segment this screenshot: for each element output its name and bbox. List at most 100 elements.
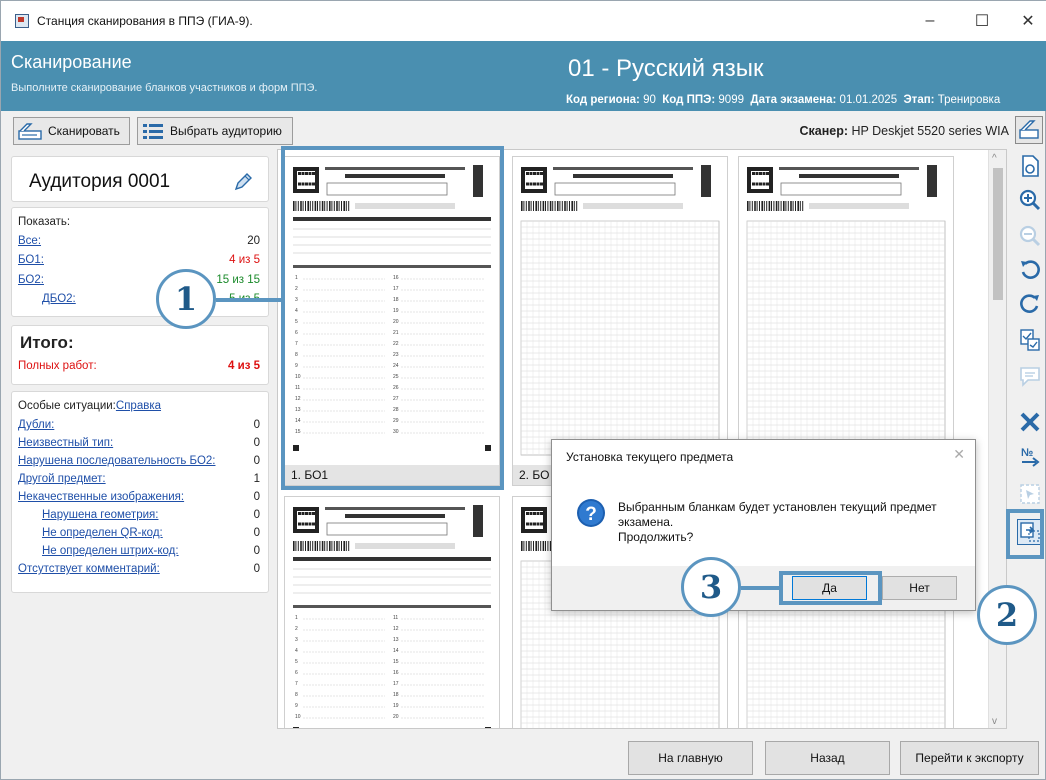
list-icon: [143, 124, 163, 139]
region-value: 90: [643, 94, 656, 106]
special-row[interactable]: Неизвестный тип: 0: [18, 437, 260, 453]
no-button[interactable]: Нет: [882, 576, 957, 600]
filter-bo2-link[interactable]: БО2:: [18, 274, 44, 286]
zoom-in-button[interactable]: [1017, 187, 1043, 213]
exam-meta: Код региона: 90 Код ППЭ: 9099 Дата экзам…: [566, 94, 1046, 106]
special-row[interactable]: Нарушена геометрия: 0: [42, 509, 260, 525]
date-label: Дата экзамена:: [750, 94, 837, 106]
scroll-down-icon[interactable]: v: [992, 716, 997, 727]
scanner-icon: [1019, 120, 1039, 139]
comment-button[interactable]: [1017, 363, 1043, 389]
svg-text:14: 14: [393, 648, 399, 654]
scrollbar-thumb[interactable]: [993, 168, 1003, 300]
scanner-icon: [18, 123, 42, 140]
special-row[interactable]: Нарушена последовательность БО2: 0: [18, 455, 260, 471]
dialog-title: Установка текущего предмета: [566, 450, 734, 464]
svg-text:2: 2: [295, 626, 298, 632]
delete-icon: [1020, 412, 1040, 432]
highlight-yes: [779, 571, 882, 605]
filter-bo1-value: 4 из 5: [229, 254, 260, 266]
special-row[interactable]: Не определен штрих-код: 0: [42, 545, 260, 561]
svg-text:16: 16: [393, 670, 399, 676]
edit-icon[interactable]: [232, 171, 254, 193]
scan-thumbnail[interactable]: 2. БО: [512, 156, 728, 486]
delete-button[interactable]: [1017, 409, 1043, 435]
scan-button[interactable]: Сканировать: [13, 117, 130, 145]
filter-all[interactable]: Все: 20: [18, 235, 260, 251]
page-title: Сканирование: [11, 52, 132, 72]
choose-room-button[interactable]: Выбрать аудиторию: [137, 117, 293, 145]
svg-text:11: 11: [393, 615, 398, 621]
special-row[interactable]: Отсутствует комментарий: 0: [18, 563, 260, 579]
svg-text:20: 20: [393, 714, 399, 720]
scanner-settings-button[interactable]: [1015, 116, 1043, 144]
ppe-value: 9099: [718, 94, 744, 106]
zoom-out-button[interactable]: [1017, 223, 1043, 249]
room-title: Аудитория 0001: [29, 171, 171, 192]
callout-connector: [216, 298, 282, 302]
app-window: Станция сканирования в ППЭ (ГИА-9). – ☐ …: [0, 0, 1046, 780]
select-area-icon: [1020, 484, 1040, 504]
special-row[interactable]: Дубли: 0: [18, 419, 260, 435]
svg-text:15: 15: [393, 659, 399, 665]
zoom-in-icon: [1019, 189, 1041, 211]
svg-text:3: 3: [295, 637, 298, 643]
svg-text:17: 17: [393, 681, 399, 687]
svg-text:13: 13: [393, 637, 399, 643]
window-title: Станция сканирования в ППЭ (ГИА-9).: [37, 14, 253, 28]
scan-thumbnail[interactable]: 1 11 2 12 3 13 4 14 5 15 6 16 7 17 8 18 9 19 10 20: [284, 496, 500, 728]
export-button[interactable]: Перейти к экспорту: [900, 741, 1039, 775]
filter-bo2-value: 15 из 15: [216, 274, 260, 286]
complete-works-value: 4 из 5: [228, 360, 260, 372]
app-icon: [15, 14, 29, 28]
exam-subject: 01 - Русский язык: [568, 55, 764, 82]
close-button[interactable]: ✕: [1015, 9, 1041, 33]
minimize-button[interactable]: –: [917, 9, 943, 33]
show-label: Показать:: [18, 216, 71, 228]
filter-all-link[interactable]: Все:: [18, 235, 41, 247]
renumber-button[interactable]: №: [1017, 443, 1043, 469]
filter-all-value: 20: [247, 235, 260, 247]
svg-text:6: 6: [295, 670, 298, 676]
rotate-right-button[interactable]: [1017, 291, 1043, 317]
svg-text:?: ?: [585, 504, 597, 525]
special-row[interactable]: Другой предмет: 1: [18, 473, 260, 489]
help-link[interactable]: Справка: [116, 400, 161, 412]
special-row[interactable]: Не определен QR-код: 0: [42, 527, 260, 543]
select-area-button[interactable]: [1017, 481, 1043, 507]
svg-text:1: 1: [295, 615, 298, 621]
scanner-value: HP Deskjet 5520 series WIA: [851, 124, 1009, 138]
number-sign-icon: №: [1021, 447, 1040, 467]
stage-label: Этап:: [903, 94, 935, 106]
special-row[interactable]: Некачественные изображения: 0: [18, 491, 260, 507]
dialog-close-icon[interactable]: ✕: [953, 446, 965, 463]
svg-text:8: 8: [295, 692, 298, 698]
check-pages-button[interactable]: [1017, 327, 1043, 353]
form-dbo2-image: [746, 165, 946, 456]
ppe-label: Код ППЭ:: [662, 94, 716, 106]
scroll-up-icon[interactable]: ^: [992, 153, 997, 164]
rotate-left-button[interactable]: [1017, 257, 1043, 283]
filter-dbo2-link[interactable]: ДБО2:: [42, 293, 76, 305]
scanner-label: Сканер:: [799, 124, 849, 138]
filter-bo2[interactable]: БО2: 15 из 15: [18, 274, 260, 290]
totals-title: Итого:: [20, 333, 74, 352]
dialog-message: Выбранным бланкам будет установлен текущ…: [618, 500, 937, 544]
filter-bo1[interactable]: БО1: 4 из 5: [18, 254, 260, 270]
callout-3: 3: [681, 557, 741, 617]
form-bo1-image: 1 112 123 134 145 156 167 178 189 1910 20: [293, 505, 491, 728]
callout-connector: [741, 586, 781, 590]
view-document-button[interactable]: [1017, 153, 1043, 179]
filter-bo1-link[interactable]: БО1:: [18, 254, 44, 266]
svg-text:10: 10: [295, 714, 301, 720]
maximize-button[interactable]: ☐: [969, 9, 995, 33]
title-bar: Станция сканирования в ППЭ (ГИА-9). – ☐ …: [1, 1, 1046, 41]
complete-works-row: Полных работ: 4 из 5: [18, 360, 260, 376]
svg-text:12: 12: [393, 626, 399, 632]
svg-text:7: 7: [295, 681, 298, 687]
callout-2: 2: [977, 585, 1037, 645]
home-button[interactable]: На главную: [628, 741, 753, 775]
date-value: 01.01.2025: [839, 94, 898, 106]
back-button[interactable]: Назад: [765, 741, 890, 775]
scan-thumbnail[interactable]: [738, 156, 954, 486]
